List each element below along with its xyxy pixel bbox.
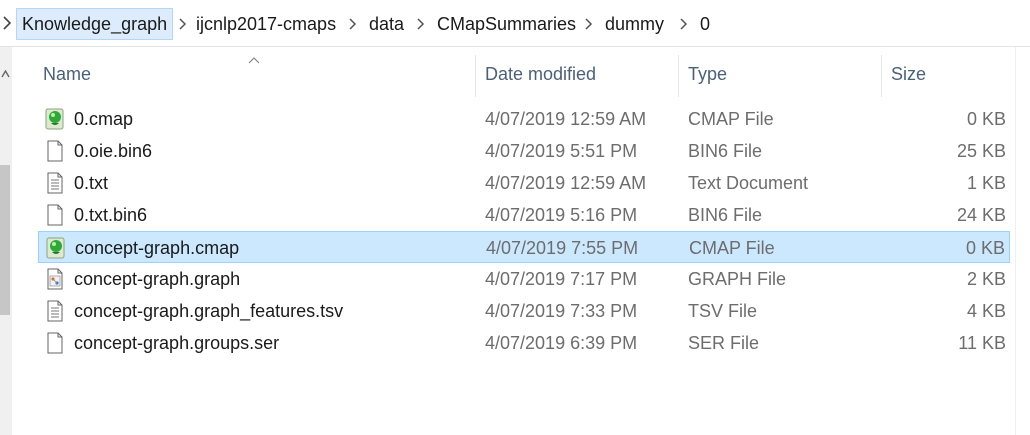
file-date-modified: 4/07/2019 7:17 PM bbox=[485, 269, 638, 289]
file-size: 11 KB bbox=[958, 333, 1006, 353]
file-type: SER File bbox=[688, 333, 760, 353]
file-row[interactable]: concept-graph.graph 4/07/2019 7:17 PM GR… bbox=[38, 263, 1010, 295]
breadcrumb-ijcnlp2017-cmaps[interactable]: ijcnlp2017-cmaps bbox=[196, 9, 336, 39]
file-name: concept-graph.groups.ser bbox=[74, 333, 280, 353]
chevron-right-icon[interactable] bbox=[416, 18, 425, 30]
file-name: concept-graph.graph_features.tsv bbox=[74, 301, 344, 321]
column-header-row: Name Date modified Type Size bbox=[12, 47, 1030, 97]
file-name: concept-graph.cmap bbox=[75, 238, 240, 258]
file-size: 1 KB bbox=[966, 173, 1006, 193]
file-date-modified: 4/07/2019 7:33 PM bbox=[485, 301, 638, 321]
address-bar[interactable]: Knowledge_graph ijcnlp2017-cmaps data CM… bbox=[0, 0, 1030, 47]
chevron-right-icon[interactable] bbox=[178, 18, 187, 30]
file-row-selected[interactable]: concept-graph.cmap 4/07/2019 7:55 PM CMA… bbox=[38, 231, 1010, 263]
file-date-modified: 4/07/2019 12:59 AM bbox=[485, 173, 647, 193]
file-row[interactable]: concept-graph.groups.ser 4/07/2019 6:39 … bbox=[38, 327, 1010, 359]
file-row[interactable]: 0.cmap 4/07/2019 12:59 AM CMAP File 0 KB bbox=[38, 103, 1010, 135]
file-row[interactable]: concept-graph.graph_features.tsv 4/07/20… bbox=[38, 295, 1010, 327]
column-divider[interactable] bbox=[475, 55, 476, 97]
file-size: 25 KB bbox=[956, 141, 1006, 161]
chevron-right-icon[interactable] bbox=[2, 14, 12, 32]
file-row[interactable]: 0.oie.bin6 4/07/2019 5:51 PM BIN6 File 2… bbox=[38, 135, 1010, 167]
column-header-type[interactable]: Type bbox=[688, 47, 727, 97]
breadcrumb-cmapsummaries[interactable]: CMapSummaries bbox=[437, 9, 576, 39]
file-type: GRAPH File bbox=[688, 269, 787, 289]
file-row[interactable]: 0.txt.bin6 4/07/2019 5:16 PM BIN6 File 2… bbox=[38, 199, 1010, 231]
file-row[interactable]: 0.txt 4/07/2019 12:59 AM Text Document 1… bbox=[38, 167, 1010, 199]
vertical-scrollbar[interactable] bbox=[1015, 47, 1030, 435]
blank-file-icon bbox=[44, 140, 66, 162]
scroll-up-arrow-icon[interactable] bbox=[1, 65, 10, 83]
breadcrumb-0[interactable]: 0 bbox=[700, 9, 710, 39]
column-header-size[interactable]: Size bbox=[891, 47, 926, 97]
file-date-modified: 4/07/2019 5:51 PM bbox=[485, 141, 638, 161]
cmap-file-icon bbox=[44, 108, 66, 130]
file-type: BIN6 File bbox=[688, 141, 763, 161]
cmap-file-icon bbox=[45, 237, 67, 259]
graph-file-icon bbox=[44, 268, 66, 290]
navigation-pane-scrollbar-thumb[interactable] bbox=[0, 165, 10, 315]
file-size: 0 KB bbox=[965, 238, 1005, 258]
file-size: 2 KB bbox=[966, 269, 1006, 289]
file-size: 4 KB bbox=[966, 301, 1006, 321]
file-name: 0.txt.bin6 bbox=[74, 205, 148, 225]
column-header-name[interactable]: Name bbox=[43, 47, 91, 97]
file-date-modified: 4/07/2019 12:59 AM bbox=[485, 109, 647, 129]
text-file-icon bbox=[44, 172, 66, 194]
file-date-modified: 4/07/2019 5:16 PM bbox=[485, 205, 638, 225]
chevron-right-icon[interactable] bbox=[584, 18, 593, 30]
breadcrumb-dummy[interactable]: dummy bbox=[605, 9, 664, 39]
file-name: concept-graph.graph bbox=[74, 269, 241, 289]
file-name: 0.cmap bbox=[74, 109, 134, 129]
file-date-modified: 4/07/2019 6:39 PM bbox=[485, 333, 638, 353]
file-type: TSV File bbox=[688, 301, 758, 321]
column-divider[interactable] bbox=[678, 55, 679, 97]
chevron-right-icon[interactable] bbox=[679, 18, 688, 30]
file-type: BIN6 File bbox=[688, 205, 763, 225]
file-date-modified: 4/07/2019 7:55 PM bbox=[486, 238, 639, 258]
breadcrumb-data[interactable]: data bbox=[369, 9, 404, 39]
file-type: Text Document bbox=[688, 173, 809, 193]
file-type: CMAP File bbox=[689, 238, 775, 258]
column-header-date-modified[interactable]: Date modified bbox=[485, 47, 596, 97]
sort-ascending-caret-icon bbox=[248, 51, 260, 69]
column-divider[interactable] bbox=[881, 55, 882, 97]
file-name: 0.txt bbox=[74, 173, 109, 193]
breadcrumb-knowledge-graph[interactable]: Knowledge_graph bbox=[16, 8, 174, 40]
chevron-right-icon[interactable] bbox=[348, 18, 357, 30]
navigation-pane-edge bbox=[0, 47, 12, 435]
file-size: 24 KB bbox=[956, 205, 1006, 225]
blank-file-icon bbox=[44, 204, 66, 226]
blank-file-icon bbox=[44, 332, 66, 354]
file-type: CMAP File bbox=[688, 109, 774, 129]
file-size: 0 KB bbox=[966, 109, 1006, 129]
text-file-icon bbox=[44, 300, 66, 322]
file-name: 0.oie.bin6 bbox=[74, 141, 153, 161]
